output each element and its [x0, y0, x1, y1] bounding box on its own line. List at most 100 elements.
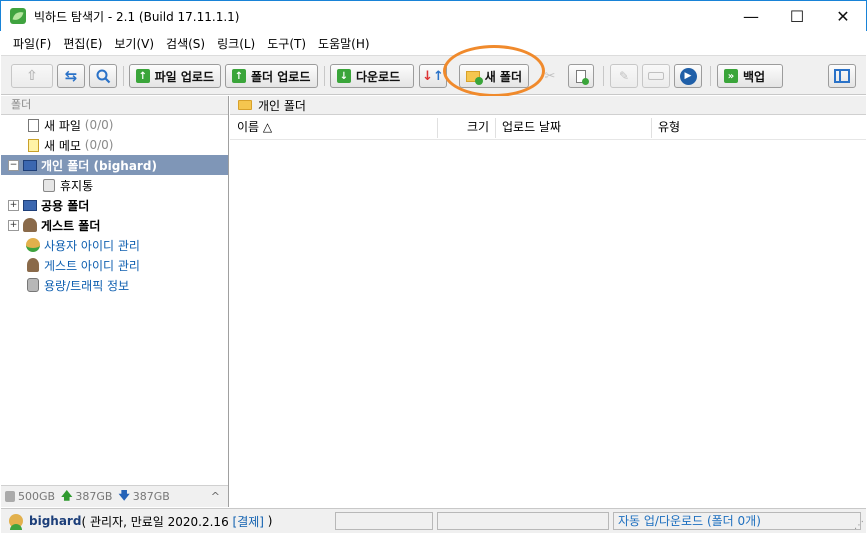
download-arrow-icon: 🡇	[118, 489, 130, 502]
status-account-info: ( 관리자, 만료일 2020.2.16	[81, 514, 233, 529]
cut-icon: ✂	[544, 68, 556, 84]
new-file-icon	[576, 69, 589, 85]
backup-icon: »	[724, 69, 738, 83]
panel-toggle-icon	[834, 69, 850, 83]
folder-upload-icon: ↑	[232, 69, 246, 83]
backup-button[interactable]: » 백업	[717, 64, 783, 88]
menu-link[interactable]: 링크(L)	[211, 35, 261, 52]
refresh-icon: ⇆	[64, 67, 78, 85]
storage-up: 387GB	[75, 490, 113, 503]
new-file-button[interactable]	[568, 64, 594, 88]
column-size[interactable]: 크기	[467, 115, 489, 140]
title-bar: 빅하드 탐색기 - 2.1 (Build 17.11.1.1) — ☐ ✕	[0, 0, 867, 31]
menu-edit[interactable]: 편집(E)	[57, 35, 108, 52]
download-label: 다운로드	[356, 69, 401, 84]
database-icon	[25, 277, 41, 293]
computer-folder-icon	[22, 157, 38, 173]
tree-item-count: (0/0)	[84, 138, 114, 152]
tree-item-new-memos[interactable]: 새 메모 (0/0)	[1, 135, 228, 155]
path-bar: 개인 폴더	[230, 96, 866, 115]
maximize-button[interactable]: ☐	[774, 1, 820, 31]
tree-item-label: 휴지통	[60, 178, 94, 193]
refresh-button[interactable]: ⇆	[57, 64, 85, 88]
folder-icon	[238, 100, 252, 110]
storage-icon	[5, 491, 15, 502]
user-icon	[9, 514, 23, 530]
new-file-icon	[25, 117, 41, 133]
expand-icon[interactable]: +	[8, 199, 19, 211]
menu-file[interactable]: 파일(F)	[7, 35, 57, 52]
folder-upload-label: 폴더 업로드	[251, 69, 311, 84]
collapse-icon[interactable]: −	[8, 159, 19, 171]
status-username: bighard	[29, 514, 82, 528]
expand-icon[interactable]: +	[8, 219, 19, 231]
tree-item-label: 개인 폴더 (bighard)	[41, 158, 157, 173]
window-title: 빅하드 탐색기 - 2.1 (Build 17.11.1.1)	[34, 9, 240, 24]
play-icon: ▶	[679, 67, 697, 85]
tree-item-user-id-admin[interactable]: 사용자 아이디 관리	[1, 235, 228, 255]
tree-item-usage-info[interactable]: 용량/트래픽 정보	[1, 275, 228, 295]
highlight-annotation	[443, 45, 545, 97]
up-button[interactable]: ⇧	[11, 64, 53, 88]
status-bar: bighard ( 관리자, 만료일 2020.2.16 [결제] ) 자동 업…	[1, 508, 866, 533]
pay-link[interactable]: [결제]	[233, 513, 264, 530]
menu-tools[interactable]: 도구(T)	[261, 35, 312, 52]
tree-item-personal-folder[interactable]: − 개인 폴더 (bighard)	[1, 155, 228, 175]
column-headers: 이름 △ 크기 업로드 날짜 유형	[230, 115, 866, 140]
storage-status: 500GB 🡅 387GB 🡇 387GB ^	[1, 485, 228, 507]
menu-help[interactable]: 도움말(H)	[312, 35, 376, 52]
upload-icon: ↑	[136, 69, 150, 83]
tag-button[interactable]	[642, 64, 670, 88]
menu-view[interactable]: 보기(V)	[108, 35, 160, 52]
file-list-pane: 개인 폴더 이름 △ 크기 업로드 날짜 유형	[230, 96, 866, 507]
tree-item-count: (0/0)	[84, 118, 114, 132]
folder-tree: 새 파일 (0/0) 새 메모 (0/0) − 개인 폴더 (bighard) …	[1, 115, 228, 295]
transfer-status[interactable]: 자동 업/다운로드 (폴더 0개)	[613, 512, 861, 530]
close-button[interactable]: ✕	[820, 1, 866, 31]
backup-label: 백업	[743, 69, 766, 84]
status-panel-empty-2	[437, 512, 609, 530]
app-leaf-icon	[10, 8, 26, 24]
tree-item-guest-folder[interactable]: + 게스트 폴더	[1, 215, 228, 235]
download-icon: ↓	[337, 69, 351, 83]
chevron-up-icon[interactable]: ^	[211, 490, 220, 503]
search-button[interactable]	[89, 64, 117, 88]
column-name[interactable]: 이름 △	[237, 115, 272, 140]
tag-icon	[648, 72, 664, 80]
tree-item-label: 게스트 아이디 관리	[44, 258, 140, 273]
column-type[interactable]: 유형	[658, 115, 680, 140]
upload-arrow-icon: 🡅	[61, 489, 73, 502]
play-button[interactable]: ▶	[674, 64, 702, 88]
rename-icon: ✎	[618, 69, 630, 83]
tree-item-label: 공용 폴더	[41, 198, 90, 213]
guest-folder-icon	[22, 217, 38, 233]
panel-toggle-button[interactable]	[828, 64, 856, 88]
sync-icon: ↓↑	[422, 68, 444, 84]
status-panel-empty-1	[335, 512, 433, 530]
status-info-close: )	[263, 514, 273, 528]
tree-item-public-folder[interactable]: + 공용 폴더	[1, 195, 228, 215]
folder-upload-button[interactable]: ↑ 폴더 업로드	[225, 64, 318, 88]
resize-grip-icon[interactable]: ⋰	[854, 520, 864, 531]
toolbar: ⇧ ⇆ ↑ 파일 업로드 ↑ 폴더 업로드 ↓ 다운로드 ↓↑ 새 폴더 ✂ ✎…	[1, 55, 866, 95]
tree-item-label: 새 메모	[44, 138, 81, 153]
minimize-button[interactable]: —	[728, 1, 774, 31]
tree-item-guest-id-admin[interactable]: 게스트 아이디 관리	[1, 255, 228, 275]
file-upload-button[interactable]: ↑ 파일 업로드	[129, 64, 221, 88]
tree-item-trash[interactable]: 휴지통	[1, 175, 228, 195]
storage-total: 500GB	[18, 490, 56, 503]
guest-user-icon	[25, 257, 41, 273]
column-upload-date[interactable]: 업로드 날짜	[502, 115, 561, 140]
users-icon	[25, 237, 41, 253]
memo-icon	[25, 137, 41, 153]
tree-item-label: 사용자 아이디 관리	[44, 238, 140, 253]
download-button[interactable]: ↓ 다운로드	[330, 64, 414, 88]
rename-button[interactable]: ✎	[610, 64, 638, 88]
file-upload-label: 파일 업로드	[154, 69, 214, 84]
trash-icon	[41, 177, 57, 193]
tree-item-new-files[interactable]: 새 파일 (0/0)	[1, 115, 228, 135]
menu-search[interactable]: 검색(S)	[160, 35, 211, 52]
tree-item-label: 게스트 폴더	[41, 218, 101, 233]
tree-item-label: 용량/트래픽 정보	[44, 278, 130, 293]
menu-bar: 파일(F) 편집(E) 보기(V) 검색(S) 링크(L) 도구(T) 도움말(…	[1, 31, 866, 55]
